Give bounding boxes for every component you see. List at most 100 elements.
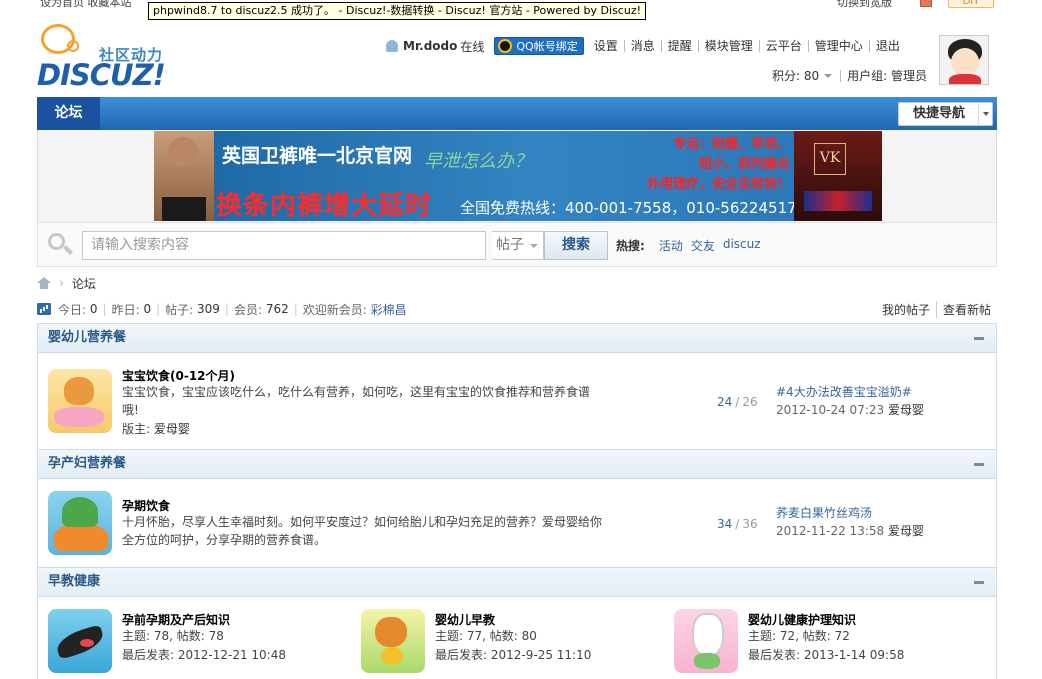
collapse-icon[interactable]	[974, 463, 984, 466]
banner-headline: 英国卫裤唯一北京官网	[222, 145, 413, 167]
members-count: 762	[265, 302, 289, 316]
category-header[interactable]: 早教健康	[37, 567, 997, 597]
forum-title-link[interactable]: 孕前孕期及产后知识	[122, 611, 230, 628]
theme-icon[interactable]	[920, 0, 932, 7]
forum-title-link[interactable]: 婴幼儿健康护理知识	[748, 611, 856, 628]
forum-title-link[interactable]: 孕期饮食	[122, 497, 170, 514]
last-post-time: 2012-10-24 07:23	[776, 403, 885, 417]
cloud-platform-link[interactable]: 云平台	[758, 40, 808, 52]
reminders-link[interactable]: 提醒	[660, 40, 698, 52]
hot-keyword[interactable]: discuz	[723, 237, 761, 254]
hot-keyword[interactable]: 活动	[659, 237, 683, 254]
search-icon	[48, 233, 73, 255]
forum-title-link[interactable]: 宝宝饮食(0-12个月)	[122, 367, 235, 384]
post-count: 36	[742, 517, 758, 531]
logo-bubble-small-icon	[67, 40, 79, 52]
nav-tab-forum[interactable]: 论坛	[37, 97, 100, 130]
category-header[interactable]: 孕产妇营养餐	[37, 449, 997, 479]
last-post-user-link[interactable]: 爱母婴	[888, 403, 924, 417]
qq-bind-button[interactable]: QQ帐号绑定	[494, 37, 584, 55]
username-link[interactable]: Mr.dodo	[403, 39, 457, 53]
category-header[interactable]: 婴幼儿营养餐	[37, 323, 997, 353]
category-title: 孕产妇营养餐	[48, 456, 127, 471]
last-post-time: 2012-11-22 13:58	[776, 524, 885, 538]
breadcrumb-current: 论坛	[71, 276, 96, 291]
forum-info: 主题: 77, 帖数: 80 最后发表: 2012-9-25 11:10	[435, 629, 592, 662]
forum-icon[interactable]	[48, 609, 112, 673]
hot-keyword[interactable]: 交友	[691, 237, 715, 254]
avatar[interactable]	[939, 35, 989, 85]
site-logo[interactable]: 社区动力 DISCUZ!	[37, 24, 177, 92]
chevron-right-icon: ›	[59, 276, 64, 290]
forum-icon[interactable]	[361, 609, 425, 673]
last-post-user-link[interactable]: 爱母婴	[888, 524, 924, 538]
banner-claims: 专治：阳痿、早泄、 短小、前列腺炎 外用理疗，安全见效快！	[646, 137, 790, 192]
banner-slogan: 换条内裤增大延时	[216, 191, 433, 221]
forum-grid-row: 孕前孕期及产后知识 主题: 78, 帖数: 78 最后发表: 2012-12-2…	[37, 597, 997, 679]
quick-nav-label: 快捷导航	[913, 106, 966, 121]
ad-banner[interactable]: 英国卫裤唯一北京官网 早泄怎么办？ 专治：阳痿、早泄、 短小、前列腺炎 外用理疗…	[154, 131, 882, 221]
posts-count: 309	[197, 302, 220, 316]
user-icon	[386, 40, 398, 52]
forum-info: 主题: 78, 帖数: 78 最后发表: 2012-12-21 10:48	[122, 629, 286, 662]
search-bar: 请输入搜索内容 帖子 搜索 热搜: 活动 交友 discuz	[37, 222, 997, 267]
moderator-link[interactable]: 爱母婴	[154, 422, 190, 436]
thread-count: 34	[717, 517, 733, 531]
hot-search-label: 热搜:	[616, 239, 645, 253]
forum-title-link[interactable]: 婴幼儿早教	[435, 611, 495, 628]
main-nav: 论坛 快捷导航	[37, 97, 997, 130]
user-info: 积分: 80 用户组: 管理员	[772, 67, 927, 84]
forum-info: 主题: 72, 帖数: 72 最后发表: 2013-1-14 09:58	[748, 629, 905, 662]
logout-link[interactable]: 退出	[868, 40, 906, 52]
forum-icon[interactable]	[48, 369, 112, 433]
last-post-link[interactable]: 荞麦白果竹丝鸡汤	[776, 504, 924, 522]
category-title: 早教健康	[48, 574, 101, 589]
settings-link[interactable]: 设置	[594, 40, 624, 52]
points-dropdown-icon[interactable]	[824, 73, 833, 78]
yesterday-count: 0	[143, 302, 152, 316]
qq-bind-label: QQ帐号绑定	[516, 40, 578, 53]
last-post: #4大办法改善宝宝溢奶# 2012-10-24 07:23 爱母婴	[776, 383, 924, 419]
points-link[interactable]: 积分: 80	[772, 67, 819, 84]
switch-wide-link[interactable]: 切换到宽版	[837, 0, 892, 10]
forum-counts: 34/36	[717, 517, 758, 531]
quick-nav-button[interactable]: 快捷导航	[898, 102, 993, 126]
last-post-link[interactable]: #4大办法改善宝宝溢奶#	[776, 383, 924, 401]
search-button[interactable]: 搜索	[544, 231, 608, 260]
search-input[interactable]: 请输入搜索内容	[82, 231, 486, 260]
banner-question: 早泄怎么办？	[424, 151, 532, 172]
newest-member-link[interactable]: 彩棉昌	[371, 301, 407, 318]
forum-description: 宝宝饮食，宝宝应该吃什么，吃什么有营养，如何吃，这里有宝宝的饮食推荐和营养食谱 …	[122, 385, 591, 417]
forum-icon[interactable]	[674, 609, 738, 673]
diy-button[interactable]: DIY	[948, 0, 994, 8]
home-icon[interactable]	[37, 277, 51, 289]
chevron-down-icon	[530, 244, 538, 248]
new-posts-link[interactable]: 查看新帖	[935, 301, 997, 318]
last-post: 荞麦白果竹丝鸡汤 2012-11-22 13:58 爱母婴	[776, 504, 924, 540]
online-status: 在线	[460, 39, 485, 54]
chevron-down-icon[interactable]	[978, 103, 992, 125]
messages-link[interactable]: 消息	[623, 40, 661, 52]
forum-icon[interactable]	[48, 491, 112, 555]
forum-stats: 今日: 0 | 昨日: 0 | 帖子: 309 | 会员: 762 | 欢迎新会…	[37, 301, 997, 318]
post-count: 26	[742, 395, 758, 409]
thread-count: 24	[717, 395, 733, 409]
category-title: 婴幼儿营养餐	[48, 330, 127, 345]
user-group-link[interactable]: 用户组: 管理员	[847, 67, 927, 84]
hot-search: 热搜: 活动 交友 discuz	[616, 237, 769, 254]
banner-hotline: 全国免费热线：400-001-7558，010-56224517	[460, 199, 797, 217]
forum-row: 宝宝饮食(0-12个月) 宝宝饮食，宝宝应该吃什么，吃什么有营养，如何吃，这里有…	[37, 353, 997, 450]
forum-description: 十月怀胎，尽享人生幸福时刻。如何平安度过？如何给胎儿和孕妇充足的营养？爱母婴给你…	[122, 515, 603, 547]
user-nav: Mr.dodo 在线 QQ帐号绑定 设置 消息 提醒 模块管理 云平台 管理中心…	[386, 37, 906, 55]
admin-center-link[interactable]: 管理中心	[807, 40, 869, 52]
module-manage-link[interactable]: 模块管理	[697, 40, 759, 52]
today-count: 0	[89, 302, 98, 316]
my-posts-link[interactable]: 我的帖子	[876, 301, 936, 318]
forum-row: 孕期饮食 十月怀胎，尽享人生幸福时刻。如何平安度过？如何给胎儿和孕妇充足的营养？…	[37, 479, 997, 568]
top-links[interactable]: 设为首页 收藏本站	[40, 0, 132, 10]
collapse-icon[interactable]	[974, 581, 984, 584]
banner-model-image	[154, 131, 214, 221]
browser-tooltip: phpwind8.7 to discuz2.5 成功了。 - Discuz!-数…	[148, 2, 647, 20]
collapse-icon[interactable]	[974, 337, 984, 340]
search-type-select[interactable]: 帖子	[492, 231, 544, 260]
